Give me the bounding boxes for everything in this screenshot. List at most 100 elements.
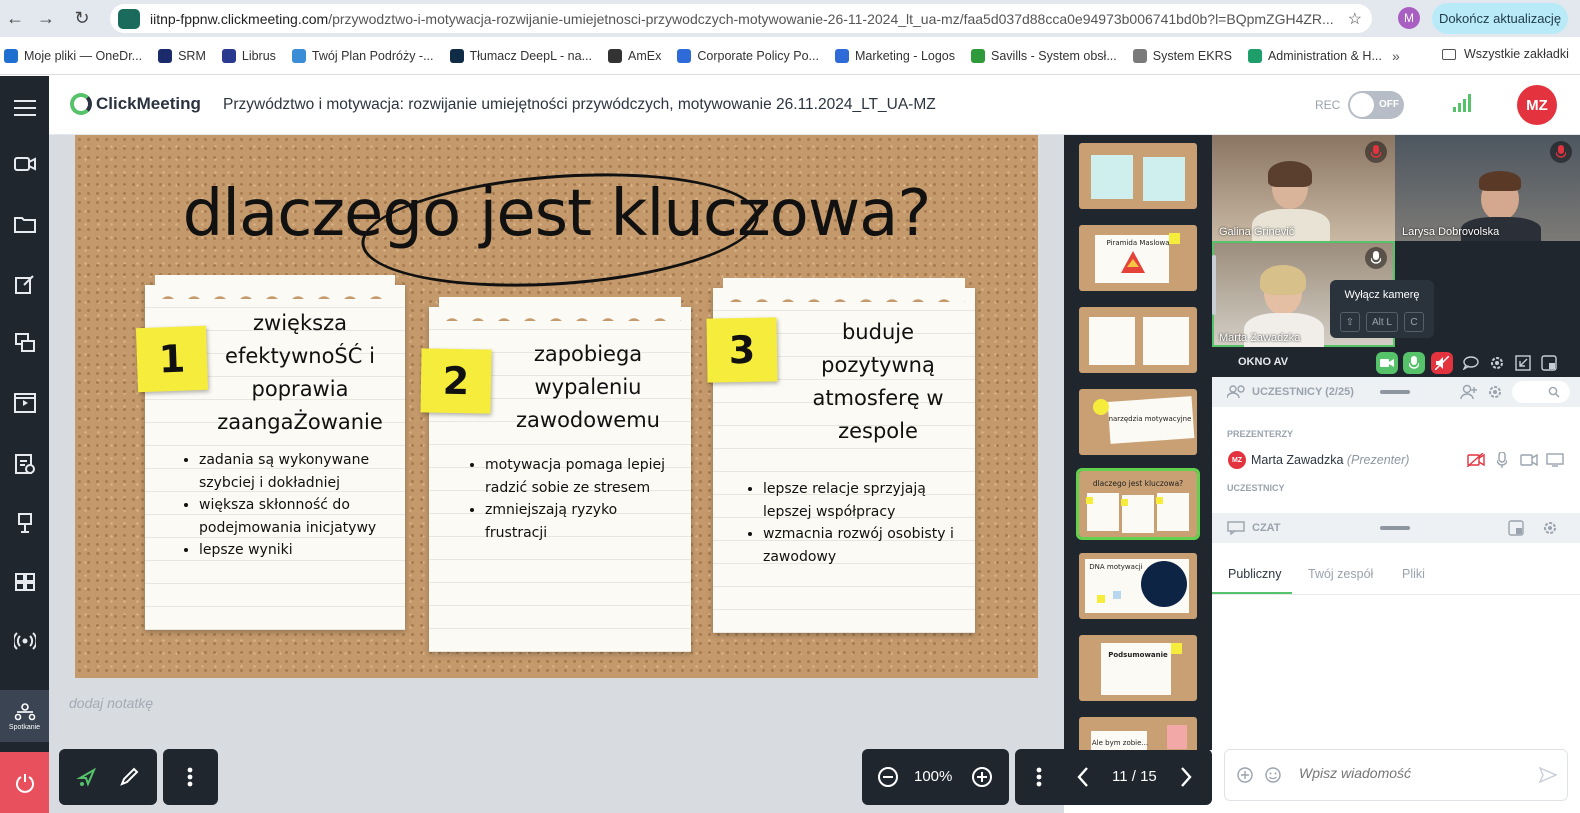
zoom-in-icon[interactable] bbox=[968, 763, 996, 791]
meeting-button[interactable]: Spotkanie bbox=[0, 690, 49, 742]
bookmark-item[interactable]: System EKRS bbox=[1132, 48, 1232, 63]
slide-options-icon[interactable] bbox=[1025, 763, 1053, 791]
chat-icon bbox=[1227, 521, 1245, 535]
broadcast-icon[interactable] bbox=[0, 621, 49, 661]
meeting-title: Przywództwo i motywacja: rozwijanie umie… bbox=[223, 96, 936, 113]
checklist-icon[interactable] bbox=[0, 443, 49, 483]
pencil-icon[interactable] bbox=[115, 763, 143, 791]
url-path: /przywodztwo-i-motywacja-rozwijanie-umie… bbox=[328, 10, 1334, 27]
bookmark-item[interactable]: Tłumacz DeepL - na... bbox=[449, 48, 592, 63]
camera-icon[interactable] bbox=[1520, 454, 1538, 466]
update-button[interactable]: Dokończ aktualizację bbox=[1432, 3, 1568, 34]
participant-name: Galina Grinevič bbox=[1219, 226, 1295, 238]
more-icon[interactable] bbox=[176, 763, 204, 791]
add-note-placeholder[interactable]: dodaj notatkę bbox=[69, 695, 153, 711]
url-host: iitnp-fppnw.clickmeeting.com bbox=[150, 10, 329, 27]
chat-header[interactable]: CZAT bbox=[1212, 513, 1580, 543]
all-bookmarks-button[interactable]: Wszystkie zakładki bbox=[1442, 47, 1569, 61]
bookmark-label: AmEx bbox=[628, 48, 662, 63]
hamburger-icon[interactable] bbox=[0, 88, 49, 128]
whiteboard-icon[interactable] bbox=[0, 503, 49, 543]
thumbnail-slide-10[interactable] bbox=[1079, 307, 1197, 373]
user-avatar[interactable]: MZ bbox=[1517, 85, 1557, 125]
pointer-icon[interactable] bbox=[73, 763, 101, 791]
screen-share-icon[interactable] bbox=[1546, 453, 1564, 467]
av-window-bar: OKNO AV bbox=[1212, 347, 1580, 377]
star-icon[interactable]: ☆ bbox=[1348, 9, 1362, 29]
emoji-icon[interactable] bbox=[1265, 767, 1281, 783]
prev-icon[interactable] bbox=[1069, 763, 1097, 791]
camera-toggle-icon[interactable] bbox=[1376, 352, 1398, 374]
thumbnail-slide-current[interactable]: dlaczego jest kluczowa? bbox=[1076, 468, 1200, 540]
participant-search-input[interactable] bbox=[1512, 381, 1570, 403]
tab-public[interactable]: Publiczny bbox=[1228, 567, 1282, 581]
tab-team[interactable]: Twój zespół bbox=[1308, 567, 1373, 581]
camera-icon[interactable] bbox=[0, 144, 49, 184]
bookmark-item[interactable]: SRM bbox=[158, 48, 206, 63]
mic-icon[interactable] bbox=[1497, 452, 1507, 468]
camera-off-icon[interactable] bbox=[1467, 453, 1485, 467]
drag-handle[interactable] bbox=[1380, 390, 1410, 394]
send-icon[interactable] bbox=[1539, 767, 1557, 783]
bookmark-label: System EKRS bbox=[1152, 48, 1232, 63]
profile-avatar[interactable]: M bbox=[1398, 7, 1420, 29]
power-icon[interactable] bbox=[0, 752, 49, 813]
left-rail: Spotkanie bbox=[0, 76, 49, 813]
forward-icon[interactable]: → bbox=[32, 4, 60, 32]
participant-row[interactable]: MZ Marta Zawadzka (Prezenter) bbox=[1212, 447, 1580, 473]
bookmark-item[interactable]: Administration & H... bbox=[1247, 48, 1382, 63]
next-icon[interactable] bbox=[1172, 763, 1200, 791]
list-item: wzmacnia rozwój osobisty i zawodowy bbox=[763, 523, 959, 568]
reload-icon[interactable]: ↻ bbox=[68, 4, 96, 32]
more-tools-button[interactable] bbox=[163, 749, 218, 805]
bookmark-item[interactable]: Librus bbox=[221, 48, 276, 63]
thumbnail-slide-summary[interactable]: Podsumowanie bbox=[1079, 635, 1197, 701]
thumbnail-slide-dna[interactable]: DNA motywacji bbox=[1079, 553, 1197, 619]
drag-handle[interactable] bbox=[1380, 526, 1410, 530]
settings-icon[interactable] bbox=[1486, 352, 1508, 374]
bookmark-label: Moje pliki — OneDr... bbox=[24, 48, 143, 63]
zoom-out-icon[interactable] bbox=[874, 763, 902, 791]
video-tile[interactable]: Galina Grinevič bbox=[1212, 135, 1395, 241]
bookmark-item[interactable]: AmEx bbox=[608, 48, 662, 63]
screens-icon[interactable] bbox=[0, 323, 49, 363]
speaker-muted-icon[interactable] bbox=[1431, 352, 1453, 374]
thumbnail-slide-8[interactable] bbox=[1079, 143, 1197, 209]
bookmark-item[interactable]: Twój Plan Podróży -... bbox=[291, 48, 434, 63]
tab-files[interactable]: Pliki bbox=[1402, 567, 1425, 581]
record-toggle[interactable]: OFF bbox=[1348, 91, 1404, 119]
bookmark-item[interactable]: Moje pliki — OneDr... bbox=[4, 48, 143, 63]
popout-icon[interactable] bbox=[1538, 352, 1560, 374]
participants-header[interactable]: UCZESTNICY (2/25) bbox=[1212, 377, 1580, 407]
settings-icon[interactable] bbox=[1487, 384, 1503, 400]
collapse-icon[interactable] bbox=[1512, 352, 1534, 374]
panel-scrollbar[interactable] bbox=[1212, 255, 1216, 315]
video-tile[interactable]: Larysa Dobrovolska bbox=[1395, 135, 1580, 241]
thumbnail-slide-9[interactable]: Piramida Maslowa bbox=[1079, 225, 1197, 291]
popout-icon[interactable] bbox=[1508, 520, 1524, 536]
folder-icon[interactable] bbox=[0, 204, 49, 244]
back-icon[interactable]: ← bbox=[1, 4, 29, 32]
chat-bubble-icon[interactable] bbox=[1460, 352, 1482, 374]
settings-icon[interactable] bbox=[1542, 520, 1558, 536]
thumbnail-caption: dlaczego jest kluczowa? bbox=[1092, 479, 1184, 488]
video-player-icon[interactable] bbox=[0, 383, 49, 423]
notes-bar[interactable]: dodaj notatkę bbox=[49, 678, 1064, 730]
address-bar[interactable]: iitnp-fppnw.clickmeeting.com /przywodztw… bbox=[110, 4, 1372, 33]
bookmark-item[interactable]: Corporate Policy Po... bbox=[677, 48, 819, 63]
mic-toggle-icon[interactable] bbox=[1403, 352, 1425, 374]
add-user-icon[interactable] bbox=[1460, 384, 1478, 400]
bookmark-item[interactable]: Savills - System obsł... bbox=[971, 48, 1117, 63]
record-state: OFF bbox=[1379, 99, 1399, 110]
add-icon[interactable] bbox=[1237, 767, 1253, 783]
thumbnail-slide-11-tools[interactable]: narzędzia motywacyjne bbox=[1079, 389, 1197, 455]
thumbnail-slide-last[interactable]: Ale bym zobie... bbox=[1079, 717, 1197, 750]
bookmark-item[interactable]: Marketing - Logos bbox=[834, 48, 955, 63]
grid-icon[interactable] bbox=[0, 562, 49, 602]
list-item: lepsze wyniki bbox=[199, 539, 395, 562]
bookmarks-more-icon[interactable]: » bbox=[1392, 48, 1400, 64]
bookmark-label: Twój Plan Podróży -... bbox=[311, 48, 434, 63]
chat-input[interactable] bbox=[1299, 765, 1529, 781]
edit-icon[interactable] bbox=[0, 264, 49, 304]
list-item: zadania są wykonywane szybciej i dokładn… bbox=[199, 449, 395, 494]
